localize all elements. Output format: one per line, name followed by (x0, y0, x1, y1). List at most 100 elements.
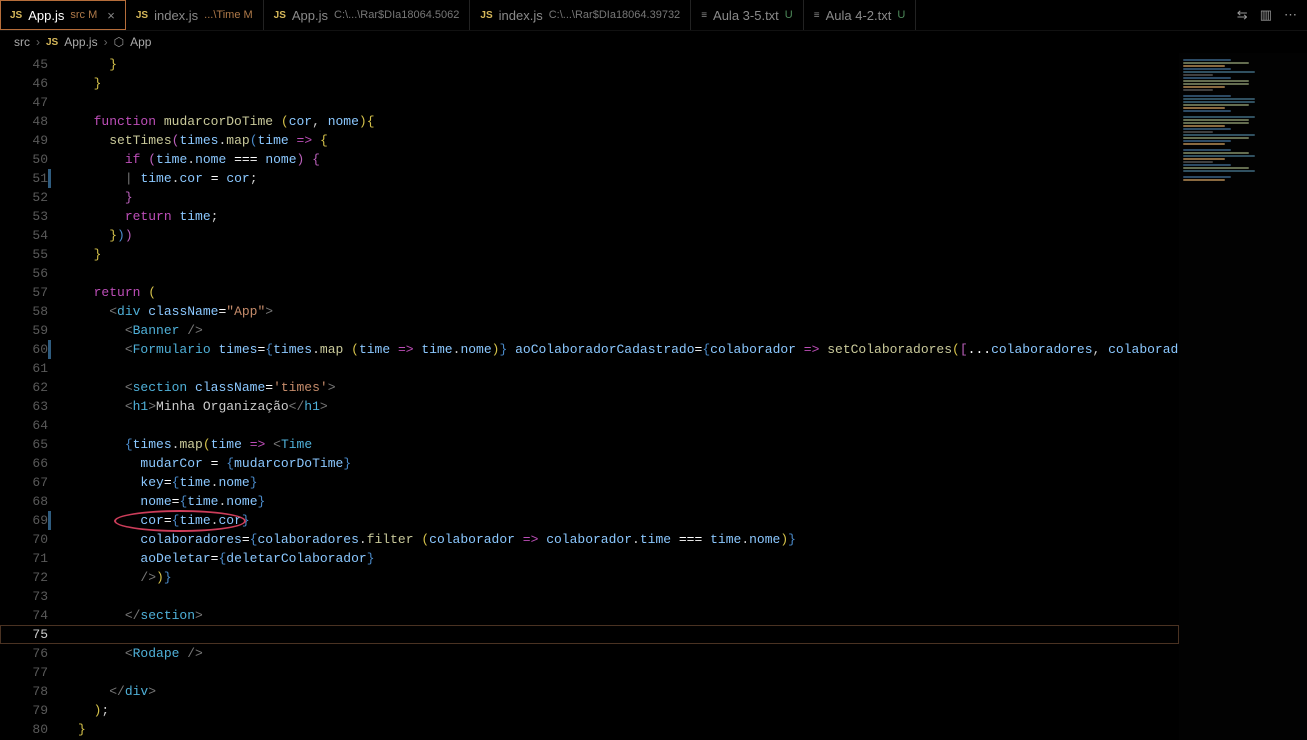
code-line[interactable]: 54 })) (0, 226, 1179, 245)
fold-gutter[interactable] (60, 701, 78, 720)
line-content[interactable]: nome={time.nome} (78, 492, 1179, 511)
line-content[interactable]: return time; (78, 207, 1179, 226)
code-line[interactable]: 78 </div> (0, 682, 1179, 701)
fold-gutter[interactable] (60, 492, 78, 511)
line-content[interactable]: colaboradores={colaboradores.filter (col… (78, 530, 1179, 549)
code-line[interactable]: 77 (0, 663, 1179, 682)
line-content[interactable]: </div> (78, 682, 1179, 701)
fold-gutter[interactable] (60, 625, 78, 644)
code-line[interactable]: 75 (0, 625, 1179, 644)
code-line[interactable]: 60 <Formulario times={times.map (time =>… (0, 340, 1179, 359)
code-line[interactable]: 74 </section> (0, 606, 1179, 625)
fold-gutter[interactable] (60, 435, 78, 454)
fold-gutter[interactable] (60, 568, 78, 587)
fold-gutter[interactable] (60, 169, 78, 188)
line-content[interactable] (78, 416, 1179, 435)
split-editor-icon[interactable]: ▥ (1260, 7, 1272, 23)
fold-gutter[interactable] (60, 397, 78, 416)
code-line[interactable]: 58 <div className="App"> (0, 302, 1179, 321)
fold-gutter[interactable] (60, 416, 78, 435)
line-content[interactable] (78, 587, 1179, 606)
editor-tab[interactable]: ≡Aula 3-5.txtU (691, 0, 804, 30)
fold-gutter[interactable] (60, 511, 78, 530)
code-line[interactable]: 45 } (0, 55, 1179, 74)
line-content[interactable]: } (78, 55, 1179, 74)
fold-gutter[interactable] (60, 340, 78, 359)
fold-gutter[interactable] (60, 530, 78, 549)
code-line[interactable]: 66 mudarCor = {mudarcorDoTime} (0, 454, 1179, 473)
code-line[interactable]: 62 <section className='times'> (0, 378, 1179, 397)
line-content[interactable] (78, 625, 1179, 644)
line-content[interactable]: <h1>Minha Organização</h1> (78, 397, 1179, 416)
fold-gutter[interactable] (60, 302, 78, 321)
fold-gutter[interactable] (60, 587, 78, 606)
code-line[interactable]: 53 return time; (0, 207, 1179, 226)
line-content[interactable]: function mudarcorDoTime (cor, nome){ (78, 112, 1179, 131)
code-line[interactable]: 69 cor={time.cor} (0, 511, 1179, 530)
editor-tab[interactable]: JSApp.jssrc M× (0, 0, 126, 30)
code-line[interactable]: 73 (0, 587, 1179, 606)
line-content[interactable]: aoDeletar={deletarColaborador} (78, 549, 1179, 568)
line-content[interactable]: <Rodape /> (78, 644, 1179, 663)
code-line[interactable]: 61 (0, 359, 1179, 378)
breadcrumb-file[interactable]: App.js (64, 35, 97, 49)
fold-gutter[interactable] (60, 606, 78, 625)
code-line[interactable]: 51 | time.cor = cor; (0, 169, 1179, 188)
code-line[interactable]: 48 function mudarcorDoTime (cor, nome){ (0, 112, 1179, 131)
minimap[interactable] (1179, 53, 1307, 740)
code-line[interactable]: 65 {times.map(time => <Time (0, 435, 1179, 454)
line-content[interactable] (78, 264, 1179, 283)
code-line[interactable]: 64 (0, 416, 1179, 435)
editor-tab[interactable]: JSindex.jsC:\...\Rar$DIa18064.39732 (470, 0, 691, 30)
line-content[interactable]: />)} (78, 568, 1179, 587)
code-line[interactable]: 59 <Banner /> (0, 321, 1179, 340)
fold-gutter[interactable] (60, 283, 78, 302)
code-editor[interactable]: 45 }46 }4748 function mudarcorDoTime (co… (0, 53, 1179, 740)
line-content[interactable]: return ( (78, 283, 1179, 302)
code-line[interactable]: 63 <h1>Minha Organização</h1> (0, 397, 1179, 416)
line-content[interactable]: ); (78, 701, 1179, 720)
fold-gutter[interactable] (60, 226, 78, 245)
fold-gutter[interactable] (60, 359, 78, 378)
fold-gutter[interactable] (60, 207, 78, 226)
fold-gutter[interactable] (60, 663, 78, 682)
code-line[interactable]: 79 ); (0, 701, 1179, 720)
fold-gutter[interactable] (60, 93, 78, 112)
breadcrumb-folder[interactable]: src (14, 35, 30, 49)
code-line[interactable]: 50 if (time.nome === nome) { (0, 150, 1179, 169)
line-content[interactable]: if (time.nome === nome) { (78, 150, 1179, 169)
code-line[interactable]: 80} (0, 720, 1179, 739)
code-line[interactable]: 52 } (0, 188, 1179, 207)
fold-gutter[interactable] (60, 720, 78, 739)
editor-tab[interactable]: ≡Aula 4-2.txtU (804, 0, 917, 30)
line-content[interactable]: <section className='times'> (78, 378, 1179, 397)
fold-gutter[interactable] (60, 74, 78, 93)
line-content[interactable]: } (78, 74, 1179, 93)
line-content[interactable]: <div className="App"> (78, 302, 1179, 321)
breadcrumb-symbol[interactable]: App (130, 35, 151, 49)
line-content[interactable]: })) (78, 226, 1179, 245)
line-content[interactable]: </section> (78, 606, 1179, 625)
code-line[interactable]: 55 } (0, 245, 1179, 264)
line-content[interactable] (78, 93, 1179, 112)
line-content[interactable]: <Formulario times={times.map (time => ti… (78, 340, 1179, 359)
fold-gutter[interactable] (60, 682, 78, 701)
line-content[interactable]: | time.cor = cor; (78, 169, 1179, 188)
line-content[interactable]: } (78, 720, 1179, 739)
editor-tab[interactable]: JSindex.js...\Time M (126, 0, 264, 30)
fold-gutter[interactable] (60, 131, 78, 150)
code-line[interactable]: 57 return ( (0, 283, 1179, 302)
fold-gutter[interactable] (60, 55, 78, 74)
fold-gutter[interactable] (60, 454, 78, 473)
fold-gutter[interactable] (60, 644, 78, 663)
line-content[interactable] (78, 359, 1179, 378)
line-content[interactable]: <Banner /> (78, 321, 1179, 340)
fold-gutter[interactable] (60, 150, 78, 169)
editor-tab[interactable]: JSApp.jsC:\...\Rar$DIa18064.5062 (264, 0, 471, 30)
close-icon[interactable]: × (107, 8, 115, 23)
line-content[interactable] (78, 663, 1179, 682)
line-content[interactable]: mudarCor = {mudarcorDoTime} (78, 454, 1179, 473)
line-content[interactable]: } (78, 245, 1179, 264)
fold-gutter[interactable] (60, 321, 78, 340)
fold-gutter[interactable] (60, 378, 78, 397)
